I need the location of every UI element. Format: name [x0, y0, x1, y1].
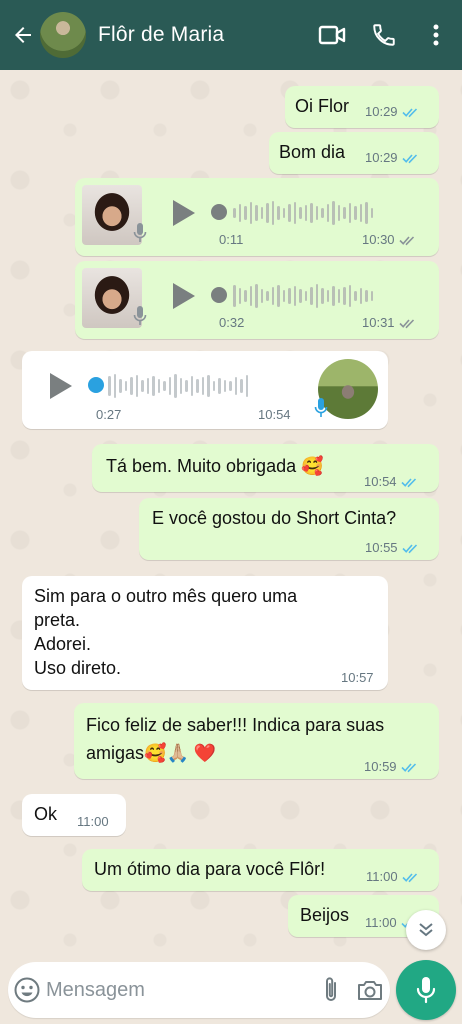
chat-header: Flôr de Maria: [0, 0, 462, 70]
message-text: Beijos: [300, 905, 350, 925]
message-time: 10:54: [258, 407, 291, 422]
message-time: 11:00: [365, 915, 397, 930]
message-time: 10:57: [341, 670, 374, 685]
phone-icon[interactable]: [358, 0, 410, 70]
message-text: Oi Flor: [295, 96, 349, 116]
read-ticks-icon: [400, 477, 416, 487]
attach-icon[interactable]: [311, 962, 351, 1018]
audio-waveform[interactable]: [233, 283, 373, 309]
message-line: Fico feliz de saber!!! Indica para suas: [86, 715, 385, 735]
voice-duration: 0:27: [96, 407, 122, 422]
message-text: Fico feliz de saber!!! Indica para suas …: [86, 711, 384, 767]
message-time: 10:30: [362, 232, 395, 247]
mic-icon: [416, 977, 436, 1004]
message-bubble-outgoing[interactable]: Tá bem. Muito obrigada 🥰 10:54: [92, 444, 439, 492]
play-button[interactable]: [50, 373, 72, 399]
delivered-ticks-icon: [398, 318, 414, 328]
mic-icon: [133, 306, 147, 325]
chat-area[interactable]: Oi Flor 10:29 Bom dia 10:29 0:11 10:30 0…: [0, 70, 462, 954]
message-bubble-incoming[interactable]: Ok 11:00: [22, 794, 126, 836]
message-bubble-incoming[interactable]: Sim para o outro mês quero uma preta. Ad…: [22, 576, 388, 690]
message-text: Bom dia: [279, 142, 346, 162]
message-time: 10:31: [362, 315, 395, 330]
playback-position-dot[interactable]: [211, 287, 227, 303]
camera-icon[interactable]: [350, 962, 390, 1018]
message-line: Uso direto.: [34, 658, 122, 678]
message-time: 11:00: [77, 814, 109, 829]
more-vertical-icon[interactable]: [410, 0, 462, 70]
play-button[interactable]: [173, 283, 195, 309]
message-bubble-outgoing[interactable]: Um ótimo dia para você Flôr! 11:00: [82, 849, 439, 891]
emoji-icon[interactable]: [8, 962, 46, 1018]
message-bubble-outgoing[interactable]: E você gostou do Short Cinta? 10:55: [139, 498, 439, 560]
audio-waveform[interactable]: [233, 200, 373, 226]
scroll-to-bottom-button[interactable]: [406, 910, 446, 950]
voice-message-outgoing[interactable]: 0:32 10:31: [75, 261, 439, 339]
play-button[interactable]: [173, 200, 195, 226]
voice-message-incoming[interactable]: 0:27 10:54: [22, 351, 388, 429]
voice-message-outgoing[interactable]: 0:11 10:30: [75, 178, 439, 256]
message-text: Sim para o outro mês quero uma preta. Ad…: [34, 584, 297, 680]
mic-icon: [314, 398, 328, 417]
message-line: Sim para o outro mês quero uma: [34, 586, 298, 606]
message-text: Um ótimo dia para você Flôr!: [94, 859, 326, 879]
voice-duration: 0:11: [219, 232, 244, 247]
message-text: Ok: [34, 804, 58, 824]
message-bubble-outgoing[interactable]: Oi Flor 10:29: [285, 86, 439, 128]
delivered-ticks-icon: [398, 235, 414, 245]
message-line: amigas🥰🙏🏼 ❤️: [86, 743, 217, 763]
read-ticks-icon: [401, 107, 417, 117]
contact-avatar[interactable]: [40, 12, 86, 58]
message-time: 10:54: [364, 474, 397, 489]
video-call-icon[interactable]: [306, 0, 358, 70]
double-chevron-down-icon: [419, 923, 433, 937]
message-bubble-outgoing[interactable]: Bom dia 10:29: [269, 132, 439, 174]
back-arrow-icon[interactable]: [4, 0, 42, 70]
voice-record-button[interactable]: [396, 960, 456, 1020]
message-time: 10:55: [365, 540, 398, 555]
message-line: Adorei.: [34, 634, 92, 654]
playback-position-dot[interactable]: [211, 204, 227, 220]
voice-duration: 0:32: [219, 315, 245, 330]
message-input[interactable]: [45, 978, 311, 1002]
read-ticks-icon: [401, 153, 417, 163]
message-time: 10:29: [365, 104, 398, 119]
message-time: 10:29: [365, 150, 398, 165]
message-bubble-outgoing[interactable]: Fico feliz de saber!!! Indica para suas …: [74, 703, 439, 779]
audio-waveform[interactable]: [108, 373, 248, 399]
message-composer: [8, 962, 390, 1018]
read-ticks-icon: [401, 543, 417, 553]
mic-icon: [133, 223, 147, 242]
read-ticks-icon: [402, 872, 417, 882]
read-ticks-icon: [400, 762, 416, 772]
message-text: Tá bem. Muito obrigada 🥰: [106, 456, 324, 476]
message-text: E você gostou do Short Cinta?: [152, 508, 397, 528]
playback-position-dot[interactable]: [88, 377, 104, 393]
message-time: 11:00: [366, 869, 398, 884]
message-time: 10:59: [364, 759, 397, 774]
contact-name[interactable]: Flôr de Maria: [98, 23, 306, 47]
message-line: preta.: [34, 610, 81, 630]
